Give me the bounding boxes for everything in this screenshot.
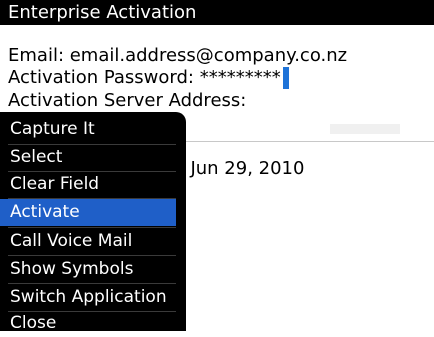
activation-password-field[interactable]: Activation Password: ********* — [8, 67, 289, 89]
menu-item-label: Clear Field — [10, 174, 100, 194]
menu-item-label: Select — [10, 147, 63, 167]
window-title-bar: Enterprise Activation — [0, 0, 434, 25]
server-address-input[interactable] — [330, 124, 400, 134]
menu-item-clear-field[interactable]: Clear Field — [0, 171, 176, 198]
menu-item-select[interactable]: Select — [0, 144, 176, 171]
menu-item-label: Show Symbols — [10, 259, 134, 279]
context-menu: Capture It Select Clear Field Activate C… — [0, 112, 186, 333]
menu-item-label: Switch Application — [10, 287, 167, 307]
window-title: Enterprise Activation — [8, 2, 197, 23]
menu-item-activate[interactable]: Activate — [0, 199, 176, 226]
menu-item-label: Close — [10, 313, 57, 333]
menu-item-call-voice-mail[interactable]: Call Voice Mail — [0, 228, 176, 255]
activation-date-text: Jn Jun 29, 2010 — [168, 158, 305, 179]
menu-item-label: Call Voice Mail — [10, 231, 133, 251]
server-address-label: Activation Server Address: — [8, 90, 247, 111]
menu-item-label: Capture It — [10, 119, 95, 139]
menu-item-capture-it[interactable]: Capture It — [0, 116, 176, 143]
password-text: Activation Password: ********* — [8, 67, 281, 88]
text-cursor — [282, 67, 289, 89]
email-field[interactable]: Email: email.address@company.co.nz — [8, 45, 347, 67]
activation-server-address-field[interactable]: Activation Server Address: — [8, 90, 246, 112]
menu-item-label: Activate — [10, 202, 80, 222]
activation-date: Jn Jun 29, 2010 — [168, 158, 304, 180]
menu-item-close[interactable]: Close — [0, 310, 176, 337]
menu-item-switch-application[interactable]: Switch Application — [0, 284, 176, 311]
menu-item-show-symbols[interactable]: Show Symbols — [0, 256, 176, 283]
email-text: Email: email.address@company.co.nz — [8, 45, 348, 66]
